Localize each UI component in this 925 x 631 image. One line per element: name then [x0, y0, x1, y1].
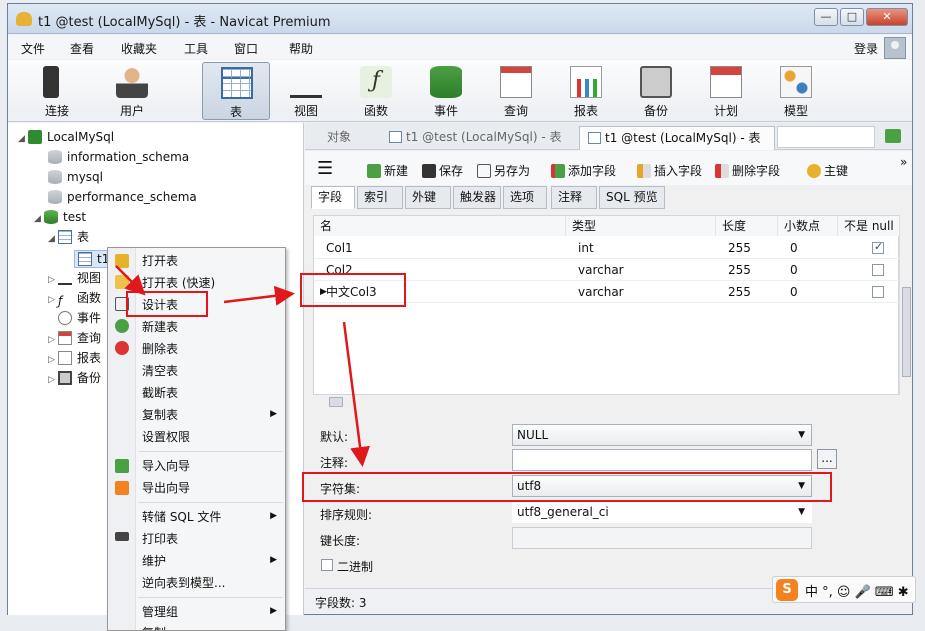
navicat-window: t1 @test (LocalMySql) - 表 - Navicat Prem…: [7, 3, 916, 631]
annotation-arrow-2: [223, 285, 295, 306]
annotation-arrow-1: [115, 265, 146, 296]
annotation-arrows: [115, 265, 371, 467]
annotation-arrow-3: [342, 321, 371, 467]
ime-toolbar[interactable]: S 中 °, ☺ 🎤 ⌨ ✱: [772, 576, 916, 603]
ime-status[interactable]: 中 °, ☺ 🎤 ⌨ ✱: [805, 581, 909, 600]
sogou-logo-icon: S: [776, 579, 798, 601]
